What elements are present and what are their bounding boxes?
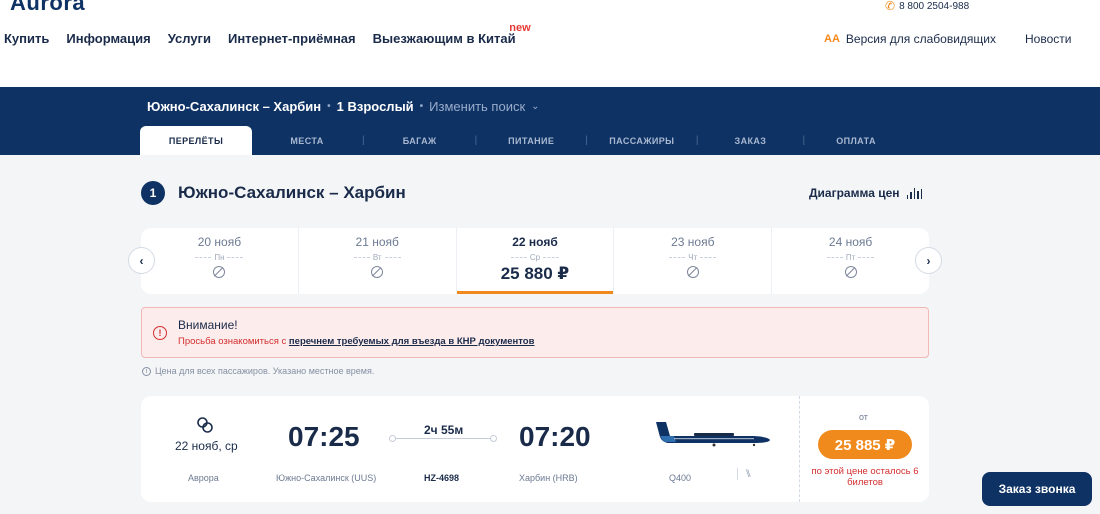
phone-icon: ✆ [885,0,896,13]
flight-number: HZ-4698 [424,473,460,483]
route-line [389,435,497,442]
main-nav: Купить Информация Услуги Интернет-приёмн… [4,22,533,46]
search-route: Южно-Сахалинск – Харбин [147,99,322,114]
carrier-name: Аврора [188,473,219,483]
departure-airport: Южно-Сахалинск (UUS) [276,473,377,483]
arrival-airport: Харбин (HRB) [519,473,578,483]
nav-reception[interactable]: Интернет-приёмная [228,31,356,46]
segment-number: 1 [141,181,165,205]
nav-info[interactable]: Информация [66,31,150,46]
arrival-time: 07:20 [519,421,591,452]
price-chart-button[interactable]: Диаграмма цен [809,186,923,200]
unavailable-icon [844,266,857,278]
separator-dot: • [419,101,424,112]
date-option[interactable]: 23 нояб Чт [614,228,773,294]
chevron-right-icon: › [926,253,931,268]
weekday-label: Ср [511,253,559,262]
warning-title: Внимание! [178,318,238,332]
weekday-label: Пн [195,253,243,262]
step-baggage[interactable]: БАГАЖ [365,126,475,155]
separator-dot: • [327,101,331,112]
date-label: 21 нояб [355,235,399,249]
prev-dates-button[interactable]: ‹ [128,247,155,274]
flight-card[interactable]: 22 нояб, ср Аврора 07:25 Южно-Сахалинск … [141,396,929,502]
bar-chart-icon [906,187,923,199]
aircraft-image [656,422,770,447]
date-price: 25 880 ₽ [500,264,570,283]
next-dates-button[interactable]: › [915,247,942,274]
step-order[interactable]: ЗАКАЗ [698,126,802,155]
unavailable-icon [371,266,384,278]
accessibility-label: Версия для слабовидящих [845,32,996,46]
select-price-button[interactable]: 25 885 ₽ [818,430,912,459]
accessibility-link[interactable]: AA Версия для слабовидящих [824,32,996,46]
news-link[interactable]: Новости [1025,32,1071,46]
aircraft-type: Q400 [669,473,692,483]
phone-number: 8 800 2504-988 [899,0,970,12]
change-search-label: Изменить поиск [429,99,526,114]
card-divider [799,396,800,502]
segment-title: Южно-Сахалинск – Харбин [178,183,406,202]
nav-china[interactable]: Выезжающим в Китай new [372,22,531,46]
step-meals[interactable]: ПИТАНИЕ [477,126,585,155]
chevron-down-icon: ⌄ [531,101,540,112]
step-seats[interactable]: МЕСТА [252,126,362,155]
warning-banner: ! Внимание! Просьба ознакомиться с переч… [141,307,929,358]
weekday-label: Вт [354,253,401,262]
search-summary: Южно-Сахалинск – Харбин • 1 Взрослый • И… [147,99,540,114]
warning-text-prefix: Просьба ознакомиться с [178,336,289,347]
date-option[interactable]: 20 нояб Пн [141,228,299,294]
date-carousel: 20 нояб Пн 21 нояб Вт 22 нояб Ср 25 880 … [141,228,929,294]
phone[interactable]: ✆ 8 800 2504-988 [885,0,969,13]
step-payment[interactable]: ОПЛАТА [805,126,907,155]
nav-buy[interactable]: Купить [4,31,49,46]
logo[interactable]: Aurora [10,0,85,16]
seat-icon: ⑊ [737,468,752,480]
date-label: 22 нояб [512,235,558,249]
unavailable-icon [686,266,699,278]
top-header: Aurora ✆ 8 800 2504-988 Купить Информаци… [0,0,1100,87]
booking-steps: ПЕРЕЛЁТЫ МЕСТА | БАГАЖ | ПИТАНИЕ | ПАССА… [140,126,907,155]
nav-china-label: Выезжающим в Китай [372,31,516,46]
font-size-icon: AA [824,33,840,45]
change-search-button[interactable]: Изменить поиск ⌄ [429,99,539,114]
weekday-label: Чт [669,253,716,262]
price-from-label: от [859,412,868,422]
date-option[interactable]: 24 нояб Пт [772,228,929,294]
price-note: i Цена для всех пассажиров. Указано мест… [142,366,374,376]
flight-duration: 2ч 55м [424,423,464,437]
alert-icon: ! [153,326,167,340]
departure-time: 07:25 [288,421,360,452]
info-icon: i [142,366,151,376]
connection-icon [197,417,213,433]
date-label: 20 нояб [197,235,242,249]
search-passengers: 1 Взрослый [336,99,414,114]
date-label: 24 нояб [828,235,873,249]
step-flights[interactable]: ПЕРЕЛЁТЫ [140,126,252,155]
step-passengers[interactable]: ПАССАЖИРЫ [588,126,696,155]
date-option-selected[interactable]: 22 нояб Ср 25 880 ₽ [456,228,615,294]
callback-button[interactable]: Заказ звонка [982,472,1092,506]
unavailable-icon [213,266,226,278]
date-option[interactable]: 21 нояб Вт [299,228,457,294]
new-badge: new [509,22,531,34]
warning-text: Просьба ознакомиться с перечнем требуемы… [178,336,534,347]
nav-services[interactable]: Услуги [168,31,211,46]
date-label: 23 нояб [671,235,715,249]
price-chart-label: Диаграмма цен [809,186,900,200]
tickets-left: по этой цене осталось 6 билетов [811,466,919,488]
weekday-label: Пт [827,253,874,262]
flight-date: 22 нояб, ср [175,439,238,453]
chevron-left-icon: ‹ [139,253,144,268]
price-note-text: Цена для всех пассажиров. Указано местно… [155,366,375,376]
documents-link[interactable]: перечнем требуемых для въезда в КНР доку… [289,336,535,347]
